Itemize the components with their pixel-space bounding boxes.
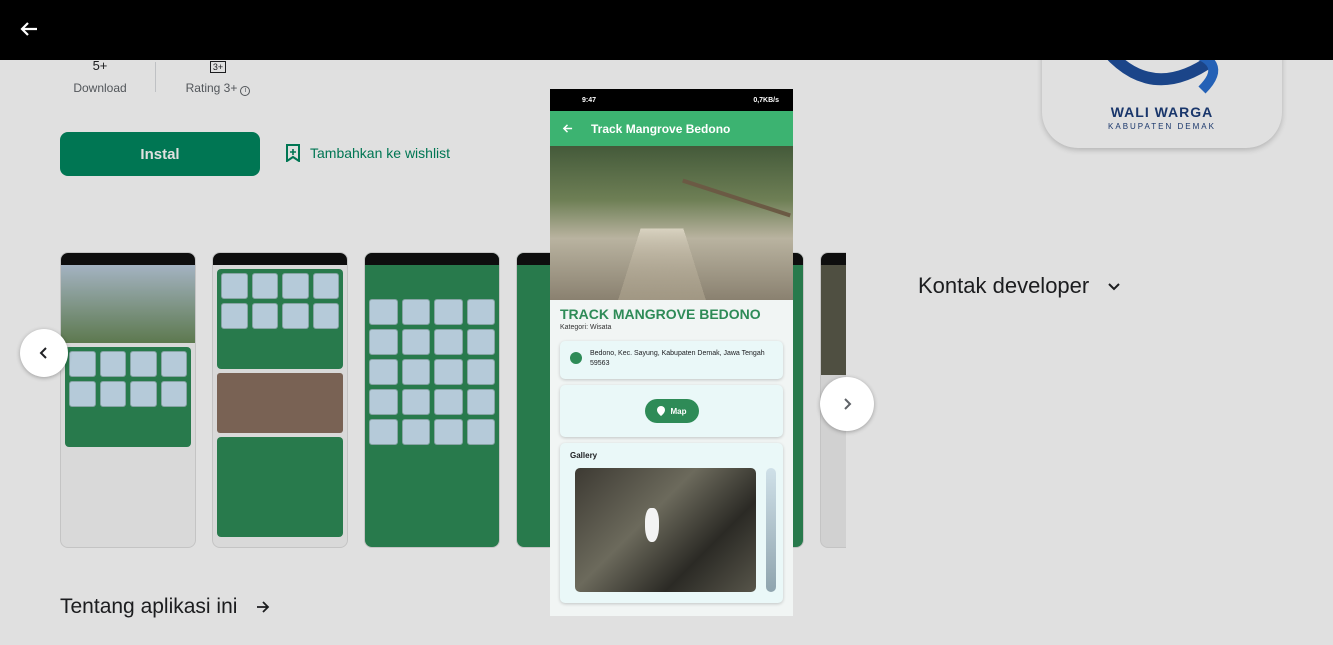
chevron-left-icon	[39, 347, 47, 359]
phone-back-arrow-icon	[562, 124, 573, 133]
next-screenshot-button[interactable]	[820, 377, 874, 431]
phone-app-bar: Track Mangrove Bedono	[550, 111, 793, 146]
map-button-label: Map	[670, 406, 687, 416]
map-pin-icon	[656, 406, 665, 416]
mangrove-hero-image	[550, 146, 793, 300]
phone-app-bar-title: Track Mangrove Bedono	[591, 121, 731, 136]
viewer-top-bar	[0, 0, 1333, 60]
enlarged-screenshot: 9:47 0,7KB/s Track Mangrove Bedono TRACK…	[550, 89, 793, 616]
place-name: TRACK MANGROVE BEDONO	[560, 306, 761, 322]
place-address: Bedono, Kec. Sayung, Kabupaten Demak, Ja…	[590, 350, 765, 367]
gallery-label: Gallery	[570, 451, 598, 460]
map-button: Map	[644, 399, 699, 423]
back-button[interactable]	[16, 16, 42, 42]
address-card: Bedono, Kec. Sayung, Kabupaten Demak, Ja…	[560, 341, 783, 379]
gallery-photo-egret	[575, 468, 756, 592]
place-category: Kategori: Wisata	[560, 324, 612, 331]
previous-screenshot-button[interactable]	[20, 329, 68, 377]
gallery-card: Gallery	[560, 443, 783, 603]
status-indicators: 0,7KB/s	[753, 96, 779, 104]
chevron-right-icon	[844, 398, 852, 410]
location-pin-icon	[570, 352, 582, 364]
back-arrow-icon	[20, 22, 37, 36]
phone-status-bar: 9:47 0,7KB/s	[550, 89, 793, 111]
map-card: Map	[560, 385, 783, 437]
status-time: 9:47	[582, 96, 597, 104]
gallery-photo	[766, 468, 776, 592]
